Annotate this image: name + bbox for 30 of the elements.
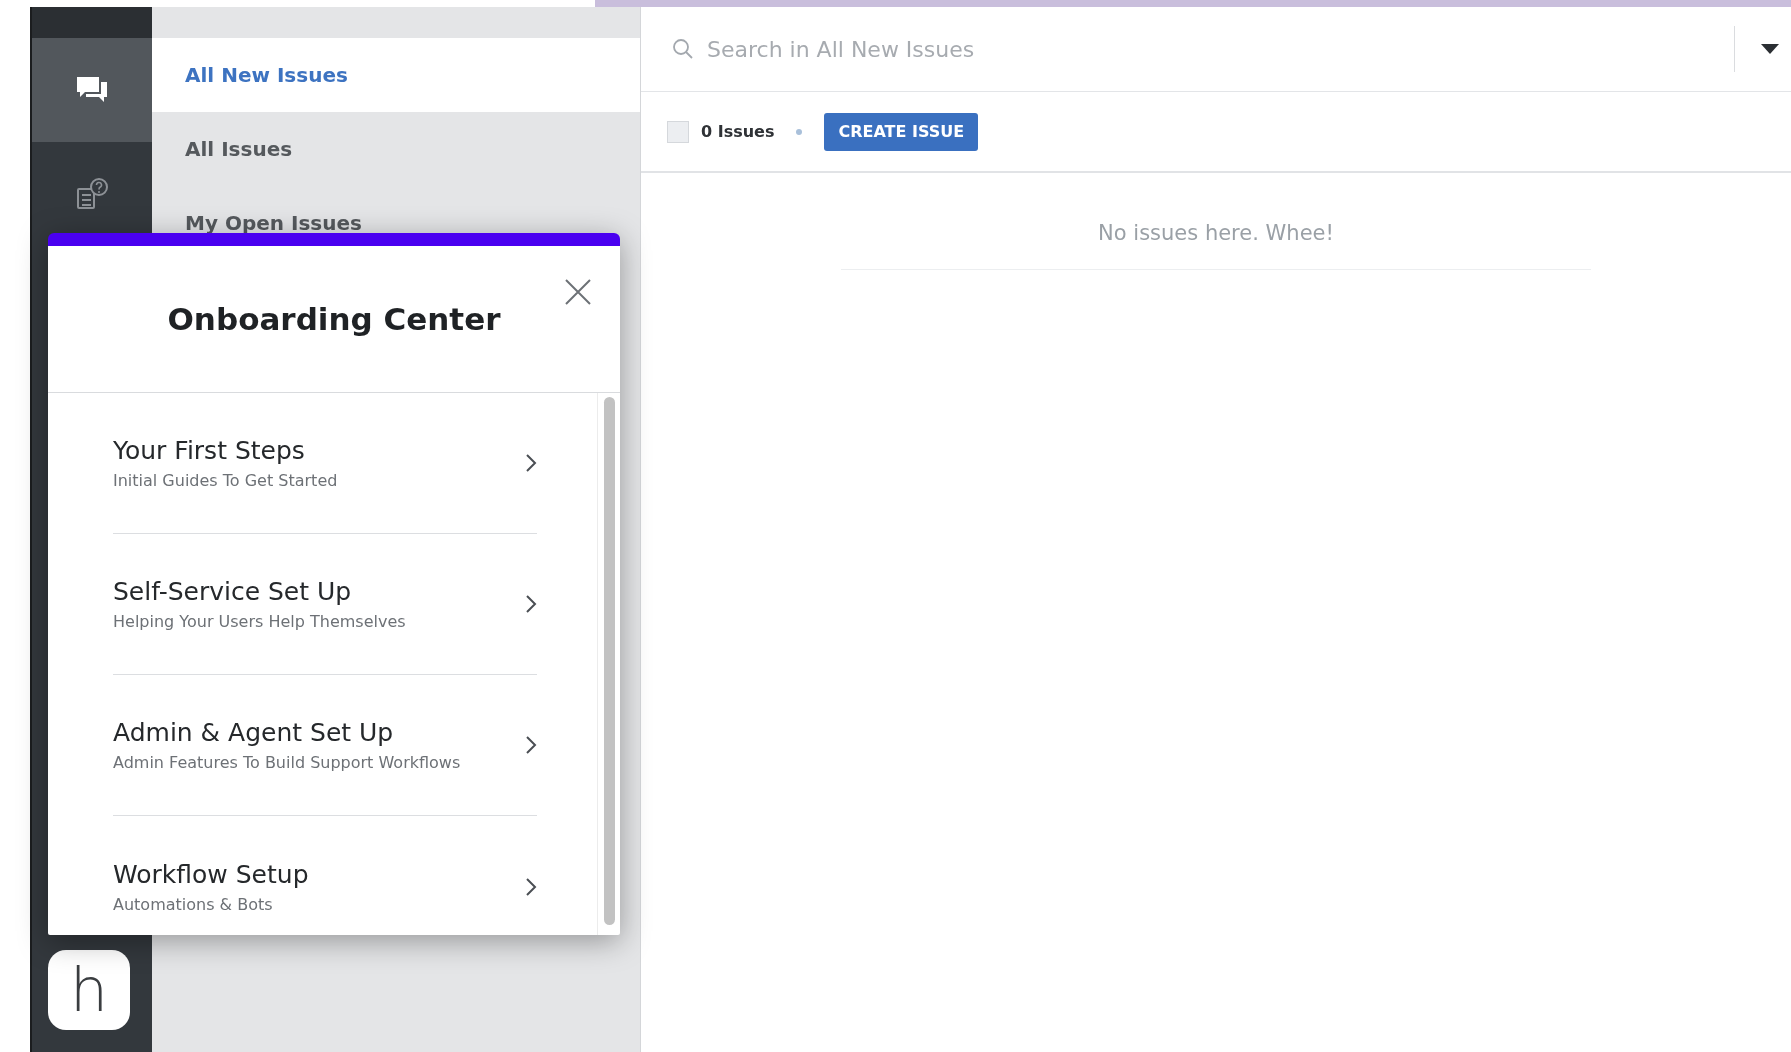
guide-subtitle: Automations & Bots bbox=[113, 894, 274, 914]
guide-item[interactable]: Self-Service Set Up Helping Your Users Help Themselves bbox=[113, 534, 537, 675]
guide-title: Your First Steps bbox=[113, 436, 306, 465]
panel-title: Onboarding Center bbox=[167, 301, 501, 337]
select-all-checkbox[interactable] bbox=[667, 120, 689, 143]
view-item[interactable]: All New Issues bbox=[152, 38, 640, 112]
app-logo[interactable]: h bbox=[48, 950, 130, 1030]
separator-dot bbox=[796, 128, 803, 135]
chevron-right-icon bbox=[525, 735, 537, 755]
chevron-right-icon bbox=[525, 453, 537, 473]
guide-subtitle: Initial Guides To Get Started bbox=[113, 471, 339, 490]
guide-subtitle: Admin Features To Build Support Workflows bbox=[113, 753, 462, 772]
guide-item[interactable]: Admin & Agent Set Up Admin Features To Build Support Workflows bbox=[113, 675, 537, 816]
chevron-right-icon bbox=[525, 876, 537, 897]
search-icon bbox=[671, 37, 695, 61]
guide-title: Self-Service Set Up bbox=[113, 577, 353, 606]
guide-subtitle: Helping Your Users Help Themselves bbox=[113, 612, 407, 631]
scrollbar-thumb[interactable] bbox=[603, 397, 615, 925]
empty-message: No issues here. Whee! bbox=[1098, 221, 1334, 245]
guide-title: Admin & Agent Set Up bbox=[113, 718, 395, 747]
caret-icon[interactable] bbox=[1761, 44, 1779, 54]
close-icon[interactable] bbox=[564, 278, 592, 306]
guide-item[interactable]: Your First Steps Initial Guides To Get Started bbox=[113, 393, 537, 534]
guide-title: Workflow Setup bbox=[113, 859, 310, 889]
create-issue-button[interactable]: CREATE ISSUE bbox=[824, 112, 979, 151]
help-document-icon bbox=[74, 177, 110, 211]
chevron-right-icon bbox=[525, 594, 537, 614]
issue-count: 0 Issues bbox=[701, 122, 775, 141]
view-item[interactable]: All Issues bbox=[152, 112, 640, 186]
nav-rail-item[interactable] bbox=[32, 38, 152, 142]
